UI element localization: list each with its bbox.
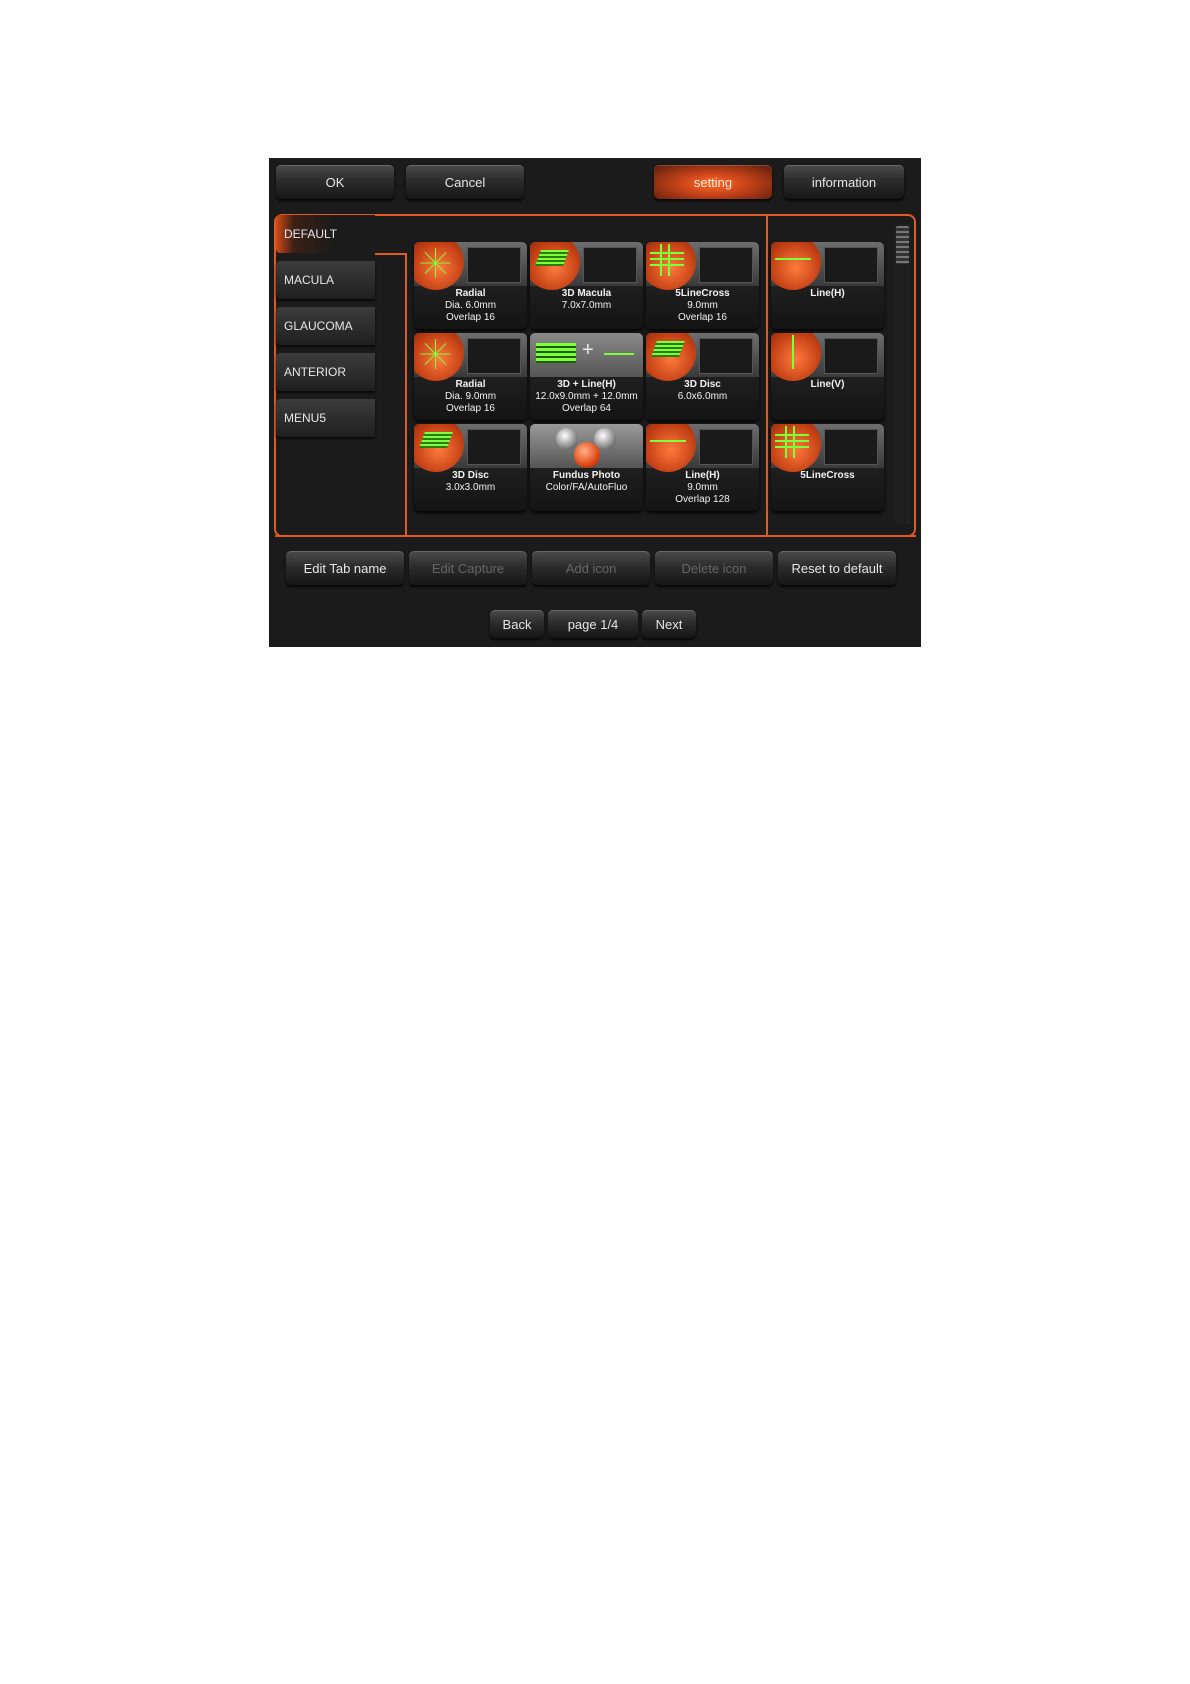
delete-icon-button[interactable]: Delete icon <box>655 551 773 585</box>
scan-title: Line(V) <box>810 379 845 390</box>
scan-icon-radial-9mm[interactable]: Radial Dia. 9.0mm Overlap 16 <box>414 333 527 420</box>
column-divider <box>766 215 768 537</box>
scan-detail: Dia. 9.0mm <box>444 391 497 402</box>
stacked-lines-icon <box>536 343 576 363</box>
tab-divider <box>405 253 407 537</box>
panel-bottom-rule <box>275 535 916 537</box>
fundus-eye-icon <box>574 442 600 468</box>
scan-detail: Overlap 64 <box>562 403 611 414</box>
scan-detail: 9.0mm <box>687 482 718 493</box>
scan-title: 5LineCross <box>675 288 730 299</box>
scan-title: 3D Macula <box>561 288 612 299</box>
scan-title: 3D + Line(H) <box>557 379 616 390</box>
scan-title: Line(H) <box>685 470 720 481</box>
page-indicator: page 1/4 <box>548 610 638 638</box>
report-preview-icon <box>583 247 637 283</box>
report-preview-icon <box>699 338 753 374</box>
information-button[interactable]: information <box>784 165 904 199</box>
sphere-icon <box>556 428 578 450</box>
tab-label: ANTERIOR <box>284 365 347 379</box>
scan-icon-5linecross[interactable]: 5LineCross 9.0mm Overlap 16 <box>646 242 759 329</box>
plus-icon: + <box>582 339 594 361</box>
horizontal-line-icon <box>604 353 634 355</box>
scan-detail: Overlap 128 <box>675 494 730 505</box>
tab-glaucoma[interactable]: GLAUCOMA <box>276 307 375 345</box>
tab-macula[interactable]: MACULA <box>276 261 375 299</box>
scan-title: Radial <box>455 288 486 299</box>
scan-detail: Color/FA/AutoFluo <box>545 482 628 493</box>
scan-detail: Overlap 16 <box>446 403 495 414</box>
report-preview-icon <box>467 338 521 374</box>
scan-icon-3d-disc-3mm[interactable]: 3D Disc 3.0x3.0mm <box>414 424 527 511</box>
ok-button[interactable]: OK <box>276 165 394 199</box>
back-button[interactable]: Back <box>490 610 544 638</box>
next-button[interactable]: Next <box>642 610 696 638</box>
scan-title: 3D Disc <box>684 379 721 390</box>
scan-icon-3d-disc-6mm[interactable]: 3D Disc 6.0x6.0mm <box>646 333 759 420</box>
side-icon-5linecross[interactable]: 5LineCross <box>771 424 884 511</box>
tab-label: DEFAULT <box>284 227 338 241</box>
edit-capture-button[interactable]: Edit Capture <box>409 551 527 585</box>
scan-detail: 9.0mm <box>687 300 718 311</box>
tab-label: MACULA <box>284 273 335 287</box>
scan-title: 5LineCross <box>800 470 855 481</box>
scan-detail: 12.0x9.0mm + 12.0mm <box>535 391 638 402</box>
scan-title: Fundus Photo <box>552 470 621 481</box>
report-preview-icon <box>699 429 753 465</box>
cancel-button[interactable]: Cancel <box>406 165 524 199</box>
report-preview-icon <box>824 247 878 283</box>
report-preview-icon <box>824 338 878 374</box>
report-preview-icon <box>467 247 521 283</box>
scan-icon-fundus-photo[interactable]: Fundus Photo Color/FA/AutoFluo <box>530 424 643 511</box>
scan-detail: Overlap 16 <box>446 312 495 323</box>
tab-label: MENU5 <box>284 411 327 425</box>
tab-menu5[interactable]: MENU5 <box>276 399 375 437</box>
report-preview-icon <box>467 429 521 465</box>
scan-detail: 7.0x7.0mm <box>561 300 612 311</box>
report-preview-icon <box>699 247 753 283</box>
scan-title: Radial <box>455 379 486 390</box>
scan-icon-radial-6mm[interactable]: Radial Dia. 6.0mm Overlap 16 <box>414 242 527 329</box>
reset-to-default-button[interactable]: Reset to default <box>778 551 896 585</box>
scan-title: 3D Disc <box>452 470 489 481</box>
scan-settings-screen: OK Cancel setting information DEFAULT MA… <box>269 158 921 647</box>
setting-button[interactable]: setting <box>654 165 772 199</box>
scrollbar-thumb[interactable] <box>896 226 909 264</box>
scan-icon-3d-macula[interactable]: 3D Macula 7.0x7.0mm <box>530 242 643 329</box>
tab-default[interactable]: DEFAULT <box>276 215 375 253</box>
scan-detail: Dia. 6.0mm <box>444 300 497 311</box>
scan-icon-line-h-9mm[interactable]: Line(H) 9.0mm Overlap 128 <box>646 424 759 511</box>
side-scrollbar[interactable] <box>894 224 911 524</box>
scan-detail: Overlap 16 <box>678 312 727 323</box>
scan-icon-3d-plus-line-h[interactable]: + 3D + Line(H) 12.0x9.0mm + 12.0mm Overlap… <box>530 333 643 420</box>
scan-title: Line(H) <box>810 288 845 299</box>
scan-detail: 3.0x3.0mm <box>445 482 496 493</box>
scan-detail: 6.0x6.0mm <box>677 391 728 402</box>
side-icon-line-h[interactable]: Line(H) <box>771 242 884 329</box>
tab-divider-top <box>375 253 407 255</box>
tab-anterior[interactable]: ANTERIOR <box>276 353 375 391</box>
report-preview-icon <box>824 429 878 465</box>
add-icon-button[interactable]: Add icon <box>532 551 650 585</box>
side-icon-line-v[interactable]: Line(V) <box>771 333 884 420</box>
edit-tab-name-button[interactable]: Edit Tab name <box>286 551 404 585</box>
tab-label: GLAUCOMA <box>284 319 353 333</box>
